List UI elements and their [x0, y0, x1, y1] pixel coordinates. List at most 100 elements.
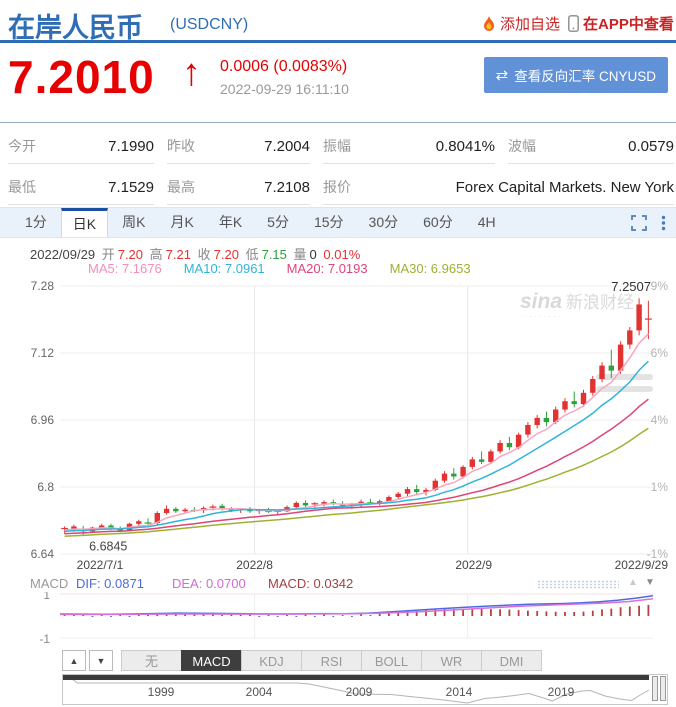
indicator-tab[interactable]: RSI: [301, 650, 362, 671]
symbol-label: (USDCNY): [170, 16, 249, 33]
candle-body: [571, 401, 577, 405]
hist-bar: [564, 612, 566, 616]
main-chart[interactable]: 7.28 9%7.12 6%6.96 4%6.8 1%6.64 -1%sina 新浪财经· …: [0, 278, 676, 576]
quote-timestamp: 2022-09-29 16:11:10: [220, 81, 349, 97]
chart-toolbar: [631, 215, 666, 231]
panel-collapse-down-icon[interactable]: ▼: [645, 577, 655, 588]
indicator-tab[interactable]: KDJ: [241, 650, 302, 671]
x-axis-label: 2022/9: [455, 558, 492, 572]
candle-body: [599, 365, 605, 379]
period-tab[interactable]: 周K: [111, 208, 156, 237]
price-up-arrow: ↑: [182, 52, 201, 94]
stat-value: 7.1990: [108, 138, 154, 155]
stat-cell: 最高 7.2108: [167, 164, 310, 205]
app-root: 在岸人民币 (USDCNY) 添加自选 在APP中查看 7.2010 ↑ 0.0…: [0, 0, 676, 707]
candle-body: [627, 330, 633, 345]
add-watchlist-link[interactable]: 添加自选: [482, 13, 560, 34]
nav-year-label: 2019: [548, 685, 575, 699]
change-pct-value: 0.01%: [323, 247, 361, 262]
period-tab[interactable]: 年K: [208, 208, 253, 237]
candle-body: [608, 365, 614, 371]
hist-bar: [313, 616, 316, 617]
hist-bar: [221, 614, 223, 616]
candle-body: [441, 473, 448, 481]
nav-year-label: 2004: [246, 685, 273, 699]
page-header: 在岸人民币 (USDCNY) 添加自选 在APP中查看: [0, 0, 676, 43]
candle-body: [590, 379, 596, 393]
ma-legend-item: MA30: 6.9653: [389, 261, 471, 276]
stat-cell: 今开 7.1990: [8, 123, 154, 164]
hist-bar: [276, 616, 279, 617]
close-value: 7.20: [213, 247, 239, 262]
candle-body: [478, 459, 485, 462]
x-axis-label: 2022/8: [236, 558, 273, 572]
history-navigator[interactable]: 1999 2004 2009 2014 2019: [62, 674, 668, 705]
candle-body: [302, 502, 309, 506]
ma-line-5: [64, 333, 649, 531]
reverse-rate-label: 查看反向汇率 CNYUSD: [514, 69, 656, 84]
close-label: 收: [197, 247, 211, 262]
hist-bar: [286, 615, 288, 616]
indicator-tab-list: 无 MACD KDJ RSI BOLL WR DMI: [116, 650, 542, 671]
indicator-down-button[interactable]: ▼: [89, 650, 113, 671]
stat-value: 0.8041%: [435, 138, 495, 155]
candle-body: [395, 493, 401, 497]
stat-label: 昨收: [167, 138, 195, 154]
period-tab[interactable]: 1分: [14, 208, 58, 237]
view-in-app-link[interactable]: 在APP中查看: [568, 13, 674, 34]
candle-body: [451, 473, 457, 477]
hist-bar: [554, 611, 557, 616]
hist-bar: [610, 608, 613, 616]
period-tab[interactable]: 5分: [256, 208, 300, 237]
stat-label: 今开: [8, 138, 36, 154]
period-tab[interactable]: 30分: [358, 208, 410, 237]
navigator-scroll-handle[interactable]: [652, 676, 666, 701]
period-tab[interactable]: 60分: [412, 208, 464, 237]
navigator-range-bar[interactable]: [63, 675, 649, 680]
hist-bar: [601, 609, 603, 616]
nav-year-label: 2014: [446, 685, 473, 699]
indicator-up-button[interactable]: ▲: [62, 650, 86, 671]
panel-drag-handle[interactable]: [537, 580, 619, 589]
nav-year-label: 1999: [148, 685, 175, 699]
swap-icon: ⇄: [495, 67, 509, 84]
kebab-menu-icon[interactable]: [661, 215, 666, 231]
candle-body: [488, 451, 494, 462]
right-axis-label: 4%: [651, 413, 669, 427]
indicator-tabs: ▲ ▼ 无 MACD KDJ RSI BOLL WR DMI: [62, 650, 542, 671]
ma-line-10: [64, 360, 649, 533]
fullscreen-icon[interactable]: [631, 215, 647, 231]
dea-line: [59, 598, 654, 616]
watermark: sina: [520, 290, 562, 313]
hist-bar: [619, 607, 622, 616]
hist-bar: [527, 610, 529, 616]
right-axis-label: 1%: [651, 480, 669, 494]
candle-body: [182, 509, 188, 512]
hist-bar: [638, 605, 640, 616]
hist-bar: [91, 616, 94, 617]
panel-collapse-up-icon[interactable]: ▲: [628, 577, 638, 588]
ohlc-date: 2022/09/29: [30, 247, 96, 262]
high-value: 7.21: [165, 247, 191, 262]
vol-value: 0: [309, 247, 317, 262]
candle-body: [136, 521, 142, 524]
x-axis-label: 2022/7/1: [77, 558, 124, 572]
indicator-tab[interactable]: MACD: [181, 650, 242, 671]
reverse-rate-button[interactable]: ⇄ 查看反向汇率 CNYUSD: [483, 57, 668, 93]
indicator-tab[interactable]: WR: [421, 650, 482, 671]
macd-header: MACD DIF: 0.0871 DEA: 0.0700 MACD: 0.034…: [0, 576, 676, 592]
candle-body: [71, 526, 77, 529]
period-tab[interactable]: 4H: [467, 208, 507, 237]
period-tab[interactable]: 15分: [303, 208, 355, 237]
low-label: 低: [245, 247, 259, 262]
indicator-tab[interactable]: BOLL: [361, 650, 422, 671]
indicator-tab[interactable]: 无: [121, 650, 182, 671]
candle-body: [636, 304, 642, 331]
stats-table: 今开 7.1990 昨收 7.2004 振幅 0.8041% 波幅 0.0579 最低 7.152…: [0, 122, 676, 205]
hist-bar: [369, 615, 372, 616]
period-tab[interactable]: 月K: [159, 208, 204, 237]
macd-chart[interactable]: 1 -1: [0, 592, 676, 648]
candle-body: [293, 502, 299, 508]
period-tab[interactable]: 日K: [60, 208, 109, 237]
indicator-tab[interactable]: DMI: [481, 650, 542, 671]
